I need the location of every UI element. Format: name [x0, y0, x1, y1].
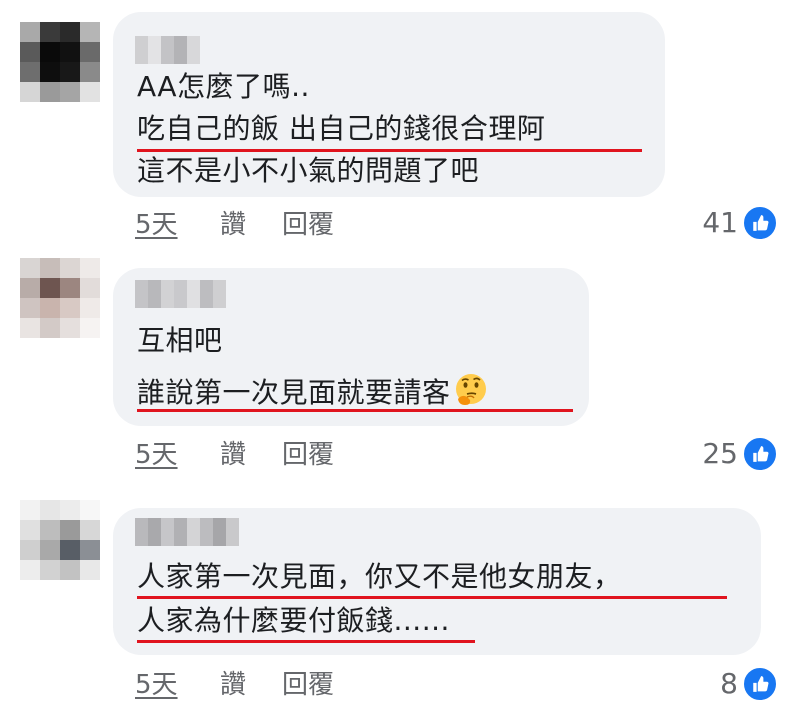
comment-bubble: 人家第一次見面，你又不是他女朋友， 人家為什麼要付飯錢...... — [113, 508, 761, 655]
highlight-underline — [137, 409, 573, 412]
like-icon — [742, 205, 778, 241]
comment-text: 誰說第一次見面就要請客 — [137, 376, 451, 409]
reaction-summary[interactable]: 25 — [702, 436, 778, 472]
timestamp-link[interactable]: 5天 — [135, 440, 178, 470]
comment-bubble: 互相吧 誰說第一次見面就要請客 — [113, 268, 589, 426]
timestamp-link[interactable]: 5天 — [135, 670, 178, 700]
comment-text-line: AA怎麼了嗎.. — [137, 70, 310, 103]
comment-text-line: 人家為什麼要付飯錢...... — [137, 604, 450, 637]
like-action[interactable]: 讚 — [220, 440, 246, 470]
reaction-summary[interactable]: 8 — [720, 666, 778, 702]
reaction-count: 8 — [720, 667, 738, 700]
avatar[interactable] — [20, 500, 100, 580]
comment-text-line: 誰說第一次見面就要請客 — [137, 372, 489, 412]
comment-text-line: 這不是小不小氣的問題了吧 — [137, 154, 480, 187]
comment-actions: 5天 — [135, 670, 178, 700]
like-icon — [742, 666, 778, 702]
reply-action[interactable]: 回覆 — [282, 210, 334, 240]
comment-text-line: 互相吧 — [137, 324, 223, 357]
avatar[interactable] — [20, 258, 100, 338]
highlight-underline — [137, 640, 475, 643]
commenter-name-blurred[interactable] — [135, 280, 226, 308]
comment-text-line: 人家第一次見面，你又不是他女朋友， — [137, 560, 622, 593]
reaction-summary[interactable]: 41 — [702, 205, 778, 241]
reaction-count: 41 — [702, 206, 738, 239]
like-icon — [742, 436, 778, 472]
commenter-name-blurred[interactable] — [135, 518, 239, 546]
like-action[interactable]: 讚 — [220, 210, 246, 240]
like-action[interactable]: 讚 — [220, 670, 246, 700]
reply-action[interactable]: 回覆 — [282, 440, 334, 470]
comment-actions: 5天 — [135, 440, 178, 470]
reply-action[interactable]: 回覆 — [282, 670, 334, 700]
highlight-underline — [137, 596, 727, 599]
thinking-face-emoji — [455, 374, 486, 405]
avatar[interactable] — [20, 22, 100, 102]
comment-text-line: 吃自己的飯 出自己的錢很合理阿 — [137, 112, 546, 145]
timestamp-link[interactable]: 5天 — [135, 210, 178, 240]
reaction-count: 25 — [702, 437, 738, 470]
comment-actions: 5天 — [135, 210, 178, 240]
commenter-name-blurred[interactable] — [135, 36, 200, 64]
comment-bubble: AA怎麼了嗎.. 吃自己的飯 出自己的錢很合理阿 這不是小不小氣的問題了吧 — [113, 12, 665, 197]
